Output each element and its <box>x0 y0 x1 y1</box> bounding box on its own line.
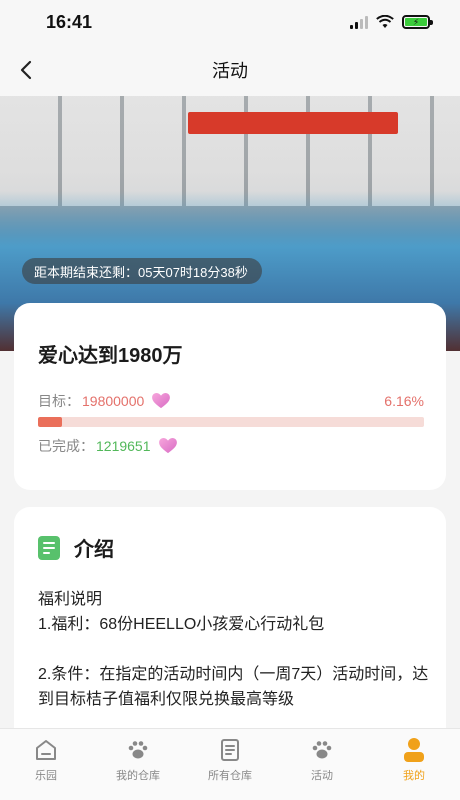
paw-icon <box>125 737 151 763</box>
intro-header: 介绍 <box>38 533 114 562</box>
status-icons: ⚡ <box>350 15 433 29</box>
banner-sign <box>188 112 398 134</box>
done-label: 已完成： <box>38 438 94 454</box>
done-value: 1219651 <box>96 438 151 454</box>
back-button[interactable] <box>12 56 40 84</box>
tab-paradise[interactable]: 乐园 <box>0 729 92 800</box>
progress-bar-fill <box>38 417 62 427</box>
intro-line: 2.条件：在指定的活动时间内（一周7天）活动时间，达到目标桔子值福利仅限兑换最高… <box>38 666 429 708</box>
tab-label: 我的 <box>403 770 425 782</box>
person-icon <box>401 737 427 763</box>
tab-bar: 乐园 我的仓库 所有仓库 活动 我的 <box>0 728 460 800</box>
progress-title: 爱心达到1980万 <box>38 345 183 367</box>
goal-value: 19800000 <box>82 393 145 409</box>
document-icon <box>38 535 60 560</box>
battery-icon: ⚡ <box>402 15 433 29</box>
intro-title: 介绍 <box>74 539 114 561</box>
tab-all-warehouses[interactable]: 所有仓库 <box>184 729 276 800</box>
status-time: 16:41 <box>46 11 93 32</box>
goal-row: 目标： 19800000 6.16% <box>38 391 424 411</box>
intro-line: 福利说明 <box>38 591 103 608</box>
tab-label: 所有仓库 <box>208 770 252 782</box>
countdown-badge: 距本期结束还剩：05天07时18分38秒 <box>22 258 262 284</box>
intro-body: 福利说明 1.福利：68份HEELLO小孩爱心行动礼包 2.条件：在指定的活动时… <box>38 587 430 712</box>
heart-icon <box>158 438 177 454</box>
chevron-left-icon <box>20 60 32 80</box>
list-icon <box>217 737 243 763</box>
wifi-icon <box>376 15 394 28</box>
tab-label: 我的仓库 <box>116 770 160 782</box>
tab-label: 活动 <box>311 770 333 782</box>
status-bar: 16:41 ⚡ <box>0 0 460 44</box>
intro-line: 1.福利：68份HEELLO小孩爱心行动礼包 <box>38 616 325 633</box>
tab-activity[interactable]: 活动 <box>276 729 368 800</box>
intro-line <box>38 637 430 662</box>
page-title: 活动 <box>212 61 248 81</box>
tab-label: 乐园 <box>35 770 57 782</box>
intro-card: 介绍 福利说明 1.福利：68份HEELLO小孩爱心行动礼包 2.条件：在指定的… <box>14 507 446 747</box>
tab-mine[interactable]: 我的 <box>368 729 460 800</box>
goal-label: 目标： <box>38 393 80 409</box>
signal-icon <box>350 15 368 29</box>
home-icon <box>33 737 59 763</box>
progress-bar <box>38 417 424 427</box>
nav-bar: 活动 <box>0 44 460 96</box>
done-row: 已完成： 1219651 <box>38 436 177 456</box>
heart-icon <box>152 393 171 409</box>
progress-percent: 6.16% <box>384 393 424 409</box>
tab-my-warehouse[interactable]: 我的仓库 <box>92 729 184 800</box>
paw-icon <box>309 737 335 763</box>
progress-card: 爱心达到1980万 目标： 19800000 6.16% 已完成： 121965… <box>14 303 446 490</box>
